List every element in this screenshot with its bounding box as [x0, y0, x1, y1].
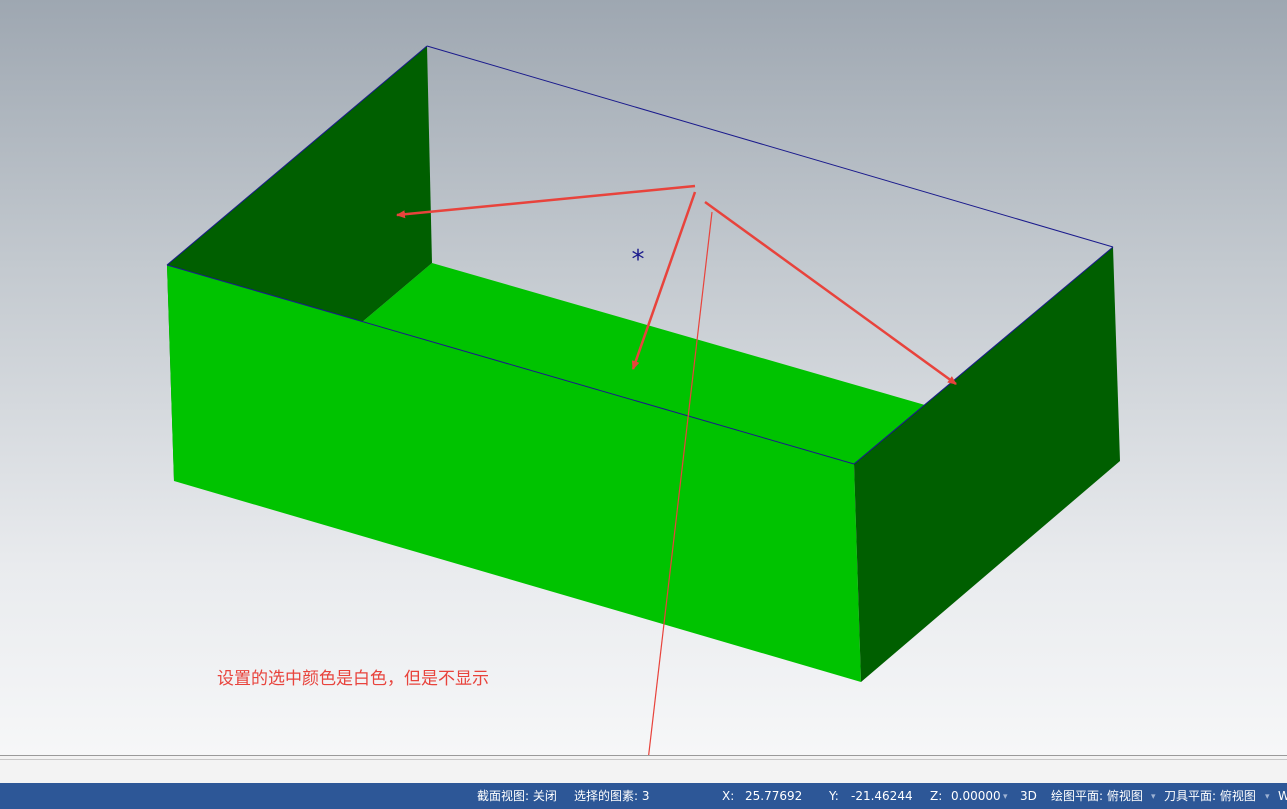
model-canvas[interactable]: * [0, 0, 1287, 755]
selected-entities-count: 选择的图素: 3 [574, 789, 650, 803]
z-coordinate-value[interactable]: 0.00000 [951, 789, 1001, 803]
box-right-wall-face[interactable] [854, 247, 1120, 682]
drawing-plane-dropdown-icon[interactable]: ▾ [1151, 790, 1156, 804]
wcs-selector[interactable]: W [1278, 789, 1287, 803]
z-depth-dropdown-icon[interactable]: ▾ [1003, 790, 1008, 804]
status-bar: 截面视图: 关闭 选择的图素: 3 X: 25.77692 Y: -21.462… [0, 783, 1287, 809]
command-area-divider [0, 755, 1287, 783]
mode-3d-toggle[interactable]: 3D [1020, 789, 1037, 803]
tool-plane-dropdown-icon[interactable]: ▾ [1265, 790, 1270, 804]
origin-marker-icon: * [632, 245, 645, 275]
annotation-note: 设置的选中颜色是白色，但是不显示 [217, 669, 489, 689]
drawing-plane-selector[interactable]: 绘图平面: 俯视图 [1051, 789, 1143, 803]
y-coordinate-label: Y: [829, 789, 839, 803]
y-coordinate-value: -21.46244 [851, 789, 913, 803]
graphics-viewport[interactable]: * 设置的选中颜色是白色，但是不显示 [0, 0, 1287, 755]
z-coordinate-label: Z: [930, 789, 943, 803]
x-coordinate-label: X: [722, 789, 735, 803]
x-coordinate-value: 25.77692 [745, 789, 803, 803]
arrow-to-left-wall [396, 184, 696, 219]
tool-plane-selector[interactable]: 刀具平面: 俯视图 [1164, 789, 1256, 803]
section-view-status[interactable]: 截面视图: 关闭 [477, 789, 557, 803]
